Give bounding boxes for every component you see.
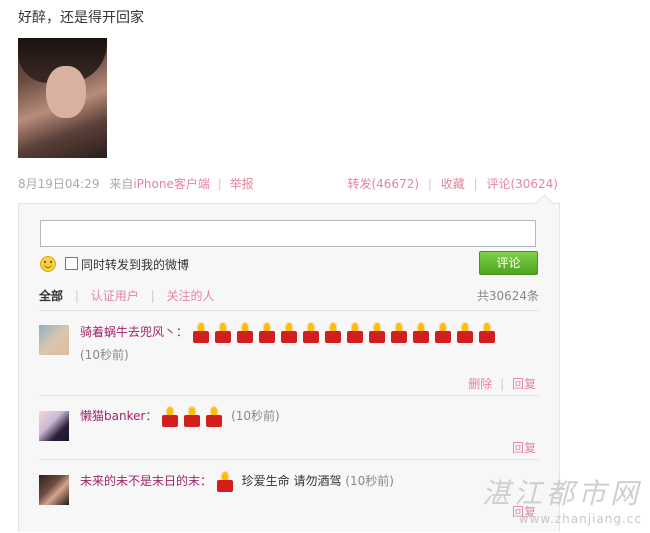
candle-emoticons (192, 322, 500, 344)
candle-icon (161, 407, 179, 427)
source-prefix: 来自 (109, 177, 134, 191)
repost-checkbox-label[interactable]: 同时转发到我的微博 (81, 256, 189, 273)
candle-icon (205, 407, 223, 427)
comment-body: 懒猫banker： (10秒前) (80, 405, 520, 428)
post-actions: 转发(46672) | 收藏 | 评论(30624) (347, 175, 558, 192)
comment-time: (10秒前) (80, 347, 129, 362)
divider: | (150, 289, 155, 303)
comment-link[interactable]: 评论(30624) (486, 177, 558, 191)
candle-icon (280, 323, 298, 343)
comment-actions: 回复 (512, 439, 536, 456)
submit-comment-button[interactable]: 评论 (479, 251, 538, 275)
candle-icon (346, 323, 364, 343)
comment-item: 懒猫banker： (10秒前) 回复 (39, 395, 539, 460)
candle-icon (258, 323, 276, 343)
tab-all[interactable]: 全部 (39, 289, 63, 303)
repost-link[interactable]: 转发(46672) (347, 177, 419, 191)
comment-filter-tabs: 全部 | 认证用户 | 关注的人 (39, 287, 214, 304)
post-photo[interactable] (18, 38, 107, 158)
comment-panel: 同时转发到我的微博 评论 全部 | 认证用户 | 关注的人 共30624条 骑着… (18, 194, 560, 533)
candle-icon (192, 323, 210, 343)
candle-icon (183, 407, 201, 427)
comment-total: 共30624条 (476, 289, 539, 303)
candle-icon (324, 323, 342, 343)
emoticon-icon[interactable] (40, 256, 56, 272)
candle-icon (434, 323, 452, 343)
avatar[interactable] (39, 475, 69, 505)
watermark-name: 湛江都市网 (481, 477, 642, 510)
candle-icon (216, 472, 234, 492)
watermark-url: www.zhanjiang.cc (518, 512, 642, 526)
candle-icon (456, 323, 474, 343)
divider: | (473, 177, 478, 191)
post-date[interactable]: 8月19日04:29 (18, 177, 100, 191)
candle-emoticons (216, 471, 238, 493)
candle-icon (412, 323, 430, 343)
comment-username[interactable]: 未来的未不是末日的末： (80, 474, 212, 488)
comment-text: 珍爱生命 请勿酒驾 (241, 474, 342, 488)
divider: | (427, 177, 432, 191)
candle-emoticons (161, 406, 227, 428)
comment-input[interactable] (40, 220, 536, 247)
candle-icon (214, 323, 232, 343)
comment-username[interactable]: 骑着蜗牛去兜风丶： (80, 325, 188, 339)
candle-icon (236, 323, 254, 343)
divider: | (217, 177, 222, 191)
candle-icon (302, 323, 320, 343)
candle-icon (368, 323, 386, 343)
reply-link[interactable]: 回复 (512, 377, 536, 391)
comment-body: 骑着蜗牛去兜风丶： (10秒前) (80, 321, 520, 366)
source-link[interactable]: iPhone客户端 (133, 177, 210, 191)
comment-actions: 删除 | 回复 (468, 375, 536, 392)
comment-time: (10秒前) (345, 474, 394, 488)
divider: | (500, 377, 505, 391)
divider: | (74, 289, 79, 303)
comment-body: 未来的未不是末日的末： 珍爱生命 请勿酒驾 (10秒前) (80, 470, 520, 493)
avatar[interactable] (39, 325, 69, 355)
comment-item: 未来的未不是末日的末： 珍爱生命 请勿酒驾 (10秒前) 回复 (39, 459, 539, 533)
comment-username[interactable]: 懒猫banker： (80, 409, 157, 423)
site-watermark: 湛江都市网 www.zhanjiang.cc (482, 472, 642, 526)
comment-time: (10秒前) (231, 409, 280, 423)
post-meta: 8月19日04:29 来自iPhone客户端 | 举报 (18, 175, 254, 192)
comment-item: 骑着蜗牛去兜风丶： (10秒前) 删除 | 回复 (39, 310, 539, 391)
repost-checkbox[interactable] (65, 257, 78, 270)
candle-icon (390, 323, 408, 343)
report-link[interactable]: 举报 (230, 177, 254, 191)
tab-verified[interactable]: 认证用户 (91, 289, 139, 303)
post-text: 好醉，还是得开回家 (18, 10, 144, 26)
panel-arrow (535, 194, 554, 213)
reply-link[interactable]: 回复 (512, 441, 536, 455)
delete-link[interactable]: 删除 (468, 377, 492, 391)
tab-following[interactable]: 关注的人 (166, 289, 214, 303)
favorite-link[interactable]: 收藏 (441, 177, 465, 191)
avatar[interactable] (39, 411, 69, 441)
candle-icon (478, 323, 496, 343)
